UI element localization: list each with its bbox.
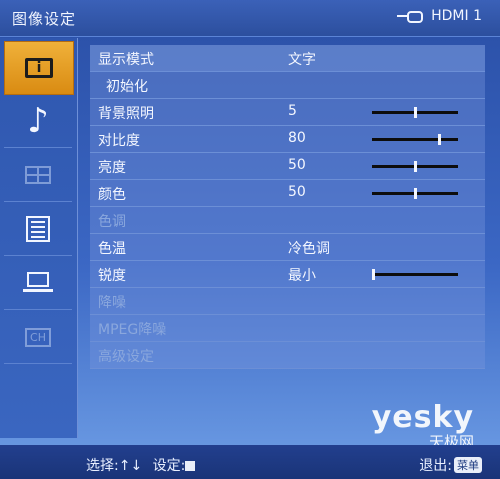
menu-row-contrast[interactable]: 对比度 80: [90, 126, 485, 153]
slider-knob[interactable]: [413, 188, 417, 199]
menu-row-color-temp[interactable]: 色温 冷色调: [90, 234, 485, 261]
row-value: 80: [288, 130, 306, 146]
menu-row-backlight[interactable]: 背景照明 5: [90, 99, 485, 126]
backlight-slider[interactable]: [372, 107, 458, 118]
contrast-slider[interactable]: [372, 134, 458, 145]
row-label: 色温: [98, 241, 126, 257]
list-icon: [26, 216, 50, 242]
slider-knob[interactable]: [438, 134, 442, 145]
set-hint-label: 设定:: [152, 458, 186, 474]
footer-bar: 选择:↑↓ 设定: 退出: 菜单: [0, 445, 500, 479]
grid-icon: [25, 166, 51, 184]
row-value: 5: [288, 103, 297, 119]
watermark-brand: yesky: [371, 400, 474, 435]
menu-row-brightness[interactable]: 亮度 50: [90, 153, 485, 180]
row-label: 初始化: [106, 79, 148, 95]
header-bar: 图像设定 HDMI 1: [0, 0, 500, 37]
music-note-icon: ♪: [27, 101, 49, 141]
source-label: HDMI 1: [431, 8, 482, 24]
row-label: 对比度: [98, 133, 140, 149]
exit-label: 退出:: [419, 458, 452, 474]
row-value: 50: [288, 157, 306, 173]
sharpness-slider[interactable]: [372, 269, 458, 280]
input-plug-icon: [397, 9, 424, 23]
sidebar-item-grid[interactable]: [4, 149, 72, 202]
sidebar-divider: [77, 38, 78, 438]
row-label: 降噪: [98, 295, 126, 311]
sidebar-item-pc[interactable]: [4, 257, 72, 310]
row-value: 文字: [288, 52, 316, 68]
row-value: 50: [288, 184, 306, 200]
select-hint-label: 选择:: [86, 458, 119, 474]
slider-knob[interactable]: [413, 107, 417, 118]
arrow-keys-icon: ↑↓: [118, 458, 143, 474]
menu-row-sharpness[interactable]: 锐度 最小: [90, 261, 485, 288]
row-label: 色调: [98, 214, 126, 230]
osd-screen: 图像设定 HDMI 1 i ♪ CH 显示模式 文字 初始化 背景照明 5 对比…: [0, 0, 500, 479]
exit-hint: 退出: 菜单: [419, 455, 482, 475]
nav-hint: 选择:↑↓ 设定:: [86, 455, 196, 475]
menu-row-noise-reduction: 降噪: [90, 288, 485, 315]
row-label: 显示模式: [98, 52, 154, 68]
menu-row-mpeg-nr: MPEG降噪: [90, 315, 485, 342]
color-slider[interactable]: [372, 188, 458, 199]
ok-key-icon: [185, 461, 196, 471]
menu-row-advanced: 高级设定: [90, 342, 485, 369]
channel-icon: CH: [25, 327, 51, 347]
row-label: 背景照明: [98, 106, 154, 122]
menu-row-reset[interactable]: 初始化: [90, 72, 485, 99]
row-value: 冷色调: [288, 241, 330, 257]
slider-knob[interactable]: [413, 161, 417, 172]
page-title: 图像设定: [12, 10, 77, 28]
brightness-slider[interactable]: [372, 161, 458, 172]
menu-row-display-mode[interactable]: 显示模式 文字: [90, 45, 485, 72]
row-label: 颜色: [98, 187, 126, 203]
row-label: 亮度: [98, 160, 126, 176]
row-label: MPEG降噪: [98, 322, 167, 338]
settings-menu: 显示模式 文字 初始化 背景照明 5 对比度 80 亮度 50 颜色 50 色调: [90, 45, 485, 369]
sidebar-item-setup[interactable]: [4, 203, 72, 256]
sidebar-item-picture[interactable]: i: [4, 41, 74, 95]
sidebar-item-channel[interactable]: CH: [4, 311, 72, 364]
pc-laptop-icon: [23, 272, 53, 294]
menu-row-tint: 色调: [90, 207, 485, 234]
input-source: HDMI 1: [397, 8, 482, 24]
menu-key-badge: 菜单: [454, 457, 482, 473]
row-value: 最小: [288, 268, 316, 284]
sidebar-item-audio[interactable]: ♪: [4, 95, 72, 148]
row-label: 锐度: [98, 268, 126, 284]
menu-row-color[interactable]: 颜色 50: [90, 180, 485, 207]
picture-icon: i: [25, 58, 53, 78]
row-label: 高级设定: [98, 349, 154, 365]
slider-knob[interactable]: [372, 269, 375, 280]
